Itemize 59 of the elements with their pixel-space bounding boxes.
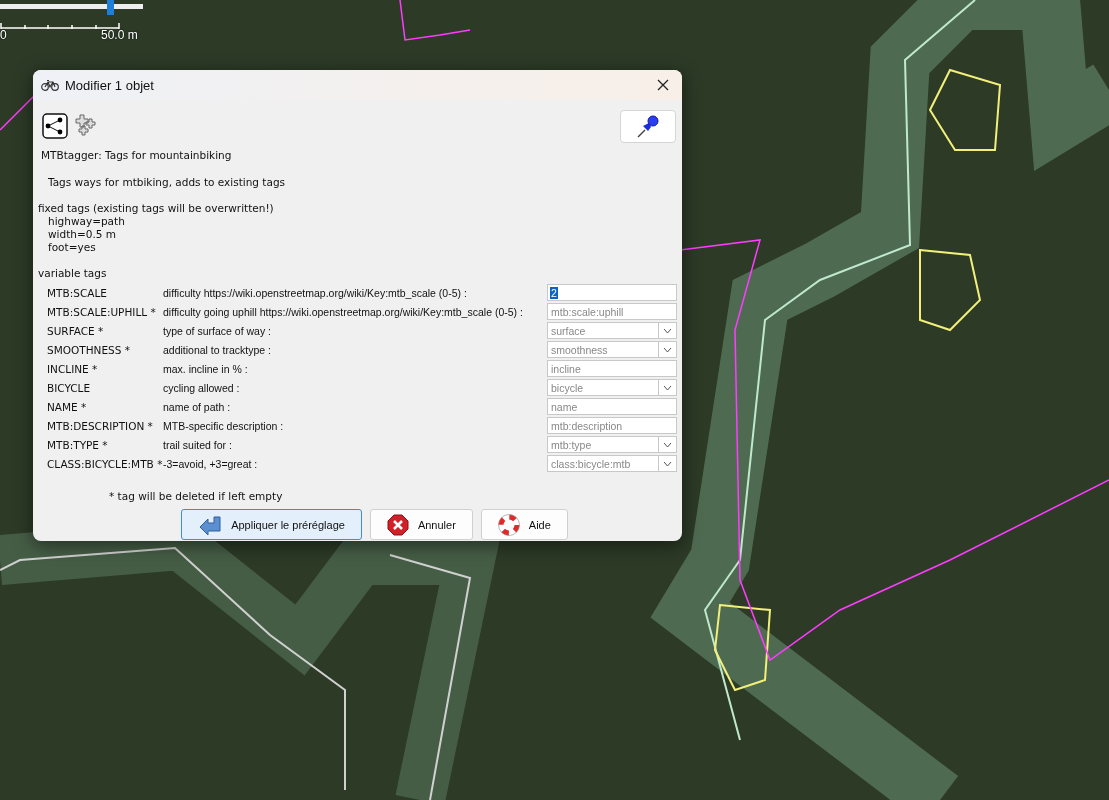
footnote-text: * tag will be deleted if left empty (108, 490, 284, 503)
tag-description: difficulty https://wiki.openstreetmap.org/wiki/Key:mtb_scale (0-5) : (163, 286, 468, 299)
pin-toggle-button[interactable] (620, 109, 676, 143)
tag-description: MTB-specific description : (163, 419, 285, 432)
variable-tags-title: variable tags (38, 267, 108, 280)
input-field[interactable]: incline (547, 360, 677, 377)
scale-start-label: 0 (0, 28, 7, 42)
dropdown-field[interactable]: bicycle (547, 379, 677, 396)
tag-key-label: SURFACE * (46, 324, 105, 337)
dropdown-field[interactable]: class:bicycle:mtb (547, 455, 677, 472)
chevron-down-icon (663, 384, 672, 391)
cancel-button[interactable]: Annuler (369, 509, 473, 540)
way-icon (42, 113, 68, 139)
chevron-down-icon (663, 441, 672, 448)
chevron-down-icon (663, 460, 672, 467)
tag-key-label: BICYCLE (46, 381, 92, 394)
plus-signs-icon (74, 114, 98, 138)
tag-description: trail suited for : (163, 438, 233, 451)
tag-key-label: MTB:TYPE * (46, 438, 109, 451)
fixed-tag-text: highway=path (47, 215, 126, 228)
bicycle-icon (41, 79, 59, 91)
dropdown-field[interactable]: smoothness (547, 341, 677, 358)
tag-key-label: MTB:DESCRIPTION * (46, 419, 154, 432)
close-icon (657, 79, 669, 91)
fixed-tag-text: width=0.5 m (47, 228, 117, 241)
tag-key-label: INCLINE * (46, 362, 99, 375)
fixed-tag-text: foot=yes (47, 241, 97, 254)
apply-preset-button[interactable]: Appliquer le préréglage (181, 509, 362, 540)
lifebuoy-icon (497, 513, 520, 536)
preset-heading: MTBtagger: Tags for mountainbiking (40, 149, 233, 162)
tag-description: cycling allowed : (163, 381, 241, 394)
tag-description: name of path : (163, 400, 232, 413)
tag-description: max. incline in % : (163, 362, 249, 375)
input-field[interactable]: name (547, 398, 677, 415)
dropdown-field[interactable]: surface (547, 322, 677, 339)
chevron-down-icon (663, 346, 672, 353)
input-field[interactable]: 2 (547, 284, 677, 301)
preset-description: Tags ways for mtbiking, adds to existing tags (47, 176, 287, 189)
tag-key-label: SMOOTHNESS * (46, 343, 131, 356)
tag-key-label: MTB:SCALE:UPHILL * (46, 305, 157, 318)
tag-description: -3=avoid, +3=great : (163, 457, 259, 470)
fixed-tags-title: fixed tags (existing tags will be overwritten!) (38, 202, 275, 215)
arrow-icon (198, 514, 223, 535)
tag-description: type of surface of way : (163, 324, 272, 337)
chevron-down-icon (663, 327, 672, 334)
slider-thumb[interactable] (106, 0, 114, 15)
tag-key-label: MTB:SCALE (46, 286, 108, 299)
scale-end-label: 50.0 m (101, 28, 138, 42)
input-field[interactable]: mtb:description (547, 417, 677, 434)
tag-description: difficulty going uphill https://wiki.openstreetmap.org/wiki/Key:mtb_scale (0-5) : (163, 305, 524, 318)
cancel-icon (386, 513, 409, 536)
help-button[interactable]: Aide (480, 509, 568, 540)
tag-description: additional to tracktype : (163, 343, 272, 356)
input-field[interactable]: mtb:scale:uphill (547, 303, 677, 320)
window-title: Modifier 1 objet (65, 77, 155, 93)
tag-key-label: CLASS:BICYCLE:MTB * (46, 457, 163, 470)
pushpin-icon (635, 113, 661, 139)
dropdown-field[interactable]: mtb:type (547, 436, 677, 453)
tag-key-label: NAME * (46, 400, 88, 413)
